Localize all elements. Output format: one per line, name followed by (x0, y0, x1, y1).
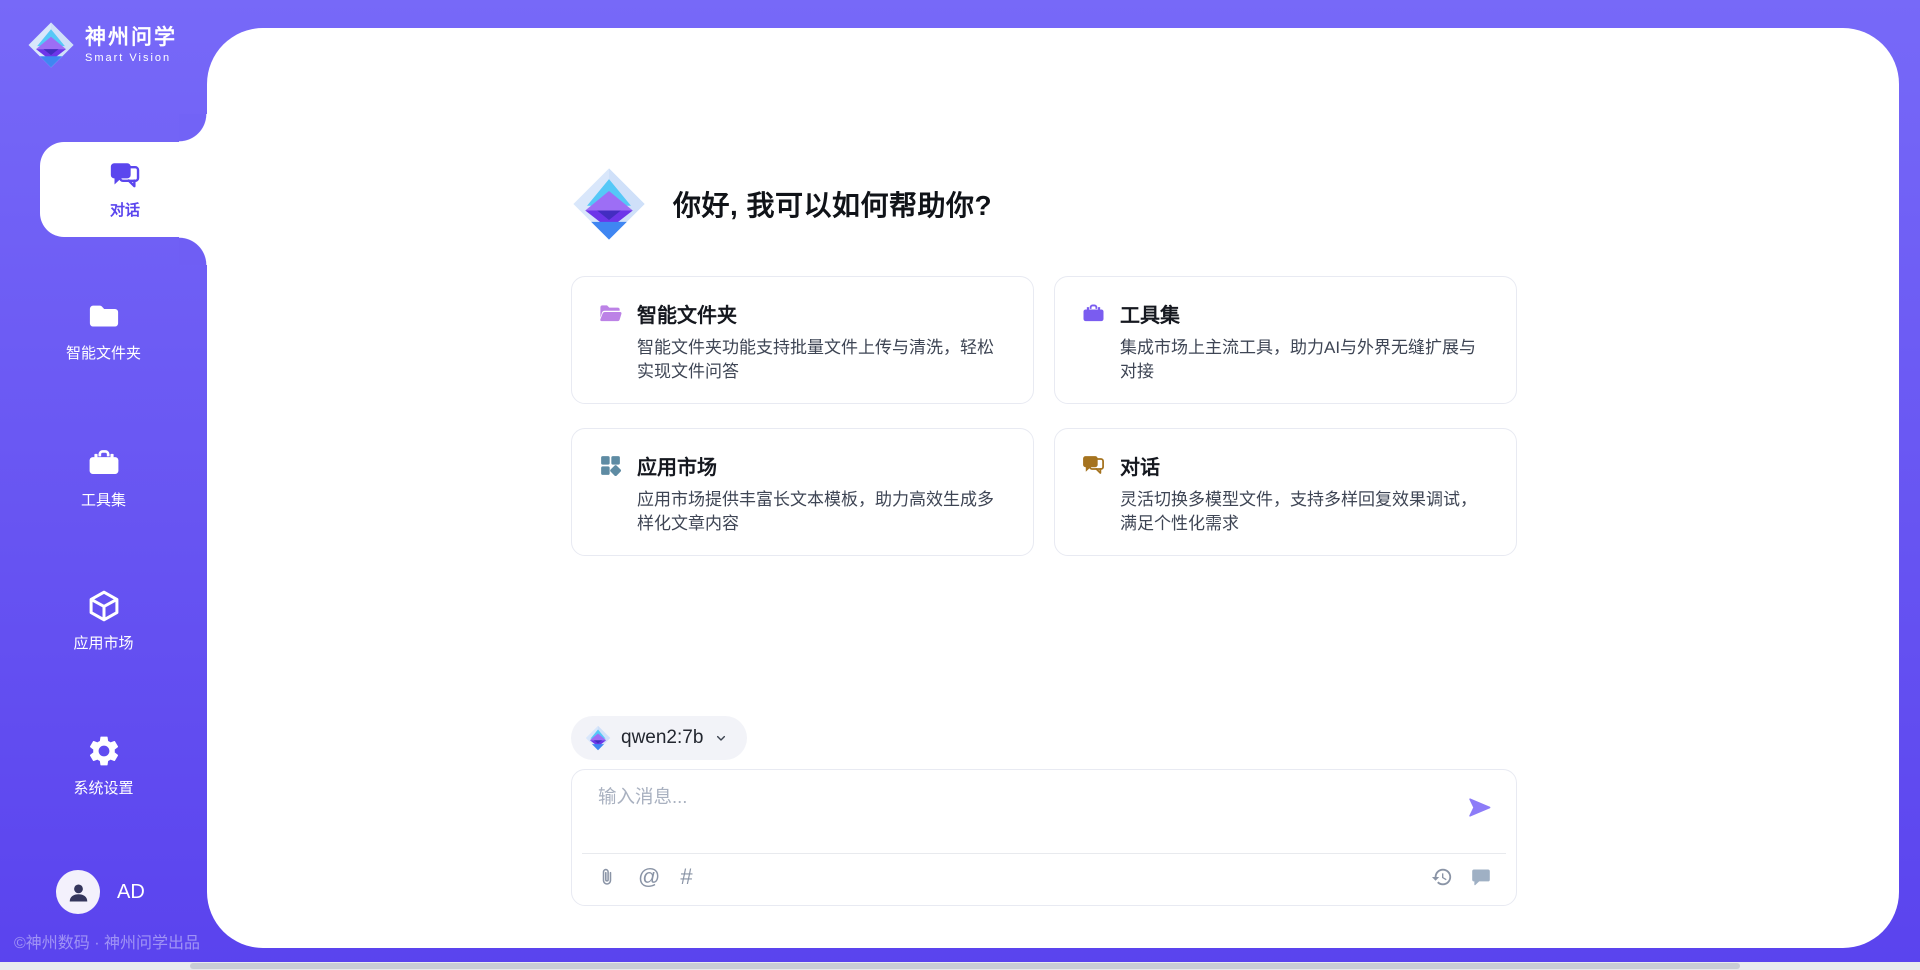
feature-cards: 智能文件夹 智能文件夹功能支持批量文件上传与清洗，轻松实现文件问答 工具集 集成… (571, 276, 1517, 556)
card-description: 灵活切换多模型文件，支持多样回复效果调试，满足个性化需求 (1120, 488, 1490, 536)
folder-open-icon (598, 301, 623, 326)
card-header: 工具集 (1081, 299, 1490, 328)
brand-name: 神州问学 (85, 26, 177, 50)
gear-icon (86, 733, 122, 769)
composer-tools-right (1431, 866, 1492, 888)
folder-icon (86, 298, 122, 334)
grid-cube-icon (598, 453, 623, 478)
composer-divider (582, 853, 1506, 854)
card-app-market[interactable]: 应用市场 应用市场提供丰富长文本模板，助力高效生成多样化文章内容 (571, 428, 1034, 556)
main-content: 你好, 我可以如何帮助你? 智能文件夹 智能文件夹功能支持批量文件上传与清洗，轻… (571, 28, 1517, 948)
greeting: 你好, 我可以如何帮助你? (571, 166, 992, 242)
person-icon (65, 879, 92, 906)
paperclip-icon[interactable] (596, 866, 618, 888)
cube-icon (86, 588, 122, 624)
sidebar-item-smart-folder[interactable]: 智能文件夹 (0, 298, 207, 363)
scrollbar-thumb[interactable] (190, 963, 1740, 969)
sidebar-item-label: 对话 (110, 199, 140, 220)
brand-logo-icon (27, 21, 75, 69)
active-item-notch-bottom (179, 237, 207, 265)
chat-bubble-icon[interactable] (1470, 866, 1492, 888)
active-item-notch-top (179, 114, 207, 142)
card-title: 智能文件夹 (637, 299, 737, 328)
greeting-text: 你好, 我可以如何帮助你? (673, 184, 992, 224)
sidebar: 神州问学 Smart Vision 对话 智能文件夹 工具集 应用市场 系统设置 (0, 0, 207, 970)
footer-credit: ©神州数码 · 神州问学出品 (14, 929, 200, 953)
sidebar-item-label: 应用市场 (73, 632, 133, 653)
card-title: 工具集 (1120, 299, 1180, 328)
sidebar-item-app-market[interactable]: 应用市场 (0, 588, 207, 653)
card-title: 对话 (1120, 451, 1160, 480)
chevron-down-icon (713, 730, 729, 746)
user-profile[interactable]: AD (56, 870, 145, 914)
card-header: 智能文件夹 (598, 299, 1007, 328)
composer: @ # (571, 769, 1517, 906)
model-logo-icon (585, 725, 611, 751)
chat-icon (1081, 453, 1106, 478)
avatar (56, 870, 100, 914)
horizontal-scrollbar[interactable] (0, 962, 1920, 970)
composer-tools-left: @ # (596, 866, 693, 888)
sidebar-item-toolset[interactable]: 工具集 (0, 445, 207, 510)
card-description: 集成市场上主流工具，助力AI与外界无缝扩展与对接 (1120, 336, 1490, 384)
model-name: qwen2:7b (621, 727, 703, 749)
chat-icon (108, 159, 142, 193)
card-header: 对话 (1081, 451, 1490, 480)
app-window: 你好, 我可以如何帮助你? 智能文件夹 智能文件夹功能支持批量文件上传与清洗，轻… (0, 0, 1920, 970)
card-description: 智能文件夹功能支持批量文件上传与清洗，轻松实现文件问答 (637, 336, 1007, 384)
sidebar-item-label: 系统设置 (73, 777, 133, 798)
brand-text: 神州问学 Smart Vision (85, 26, 177, 64)
mention-icon[interactable]: @ (638, 866, 660, 888)
card-smart-folder[interactable]: 智能文件夹 智能文件夹功能支持批量文件上传与清洗，轻松实现文件问答 (571, 276, 1034, 404)
sidebar-item-chat[interactable]: 对话 (40, 142, 210, 237)
brand-subtitle: Smart Vision (85, 52, 177, 64)
sidebar-item-settings[interactable]: 系统设置 (0, 733, 207, 798)
user-name: AD (117, 881, 145, 904)
brand: 神州问学 Smart Vision (27, 21, 177, 69)
toolbox-icon (1081, 301, 1106, 326)
card-description: 应用市场提供丰富长文本模板，助力高效生成多样化文章内容 (637, 488, 1007, 536)
sidebar-item-label: 智能文件夹 (66, 342, 141, 363)
card-chat[interactable]: 对话 灵活切换多模型文件，支持多样回复效果调试，满足个性化需求 (1054, 428, 1517, 556)
main-panel: 你好, 我可以如何帮助你? 智能文件夹 智能文件夹功能支持批量文件上传与清洗，轻… (207, 28, 1899, 948)
model-selector[interactable]: qwen2:7b (571, 716, 747, 760)
history-icon[interactable] (1431, 866, 1453, 888)
send-icon[interactable] (1466, 794, 1493, 821)
message-input[interactable] (596, 785, 1340, 809)
card-title: 应用市场 (637, 451, 717, 480)
assistant-logo-icon (571, 166, 647, 242)
card-toolset[interactable]: 工具集 集成市场上主流工具，助力AI与外界无缝扩展与对接 (1054, 276, 1517, 404)
sidebar-item-label: 工具集 (81, 489, 126, 510)
toolbox-icon (86, 445, 122, 481)
card-header: 应用市场 (598, 451, 1007, 480)
hashtag-icon[interactable]: # (680, 866, 692, 888)
